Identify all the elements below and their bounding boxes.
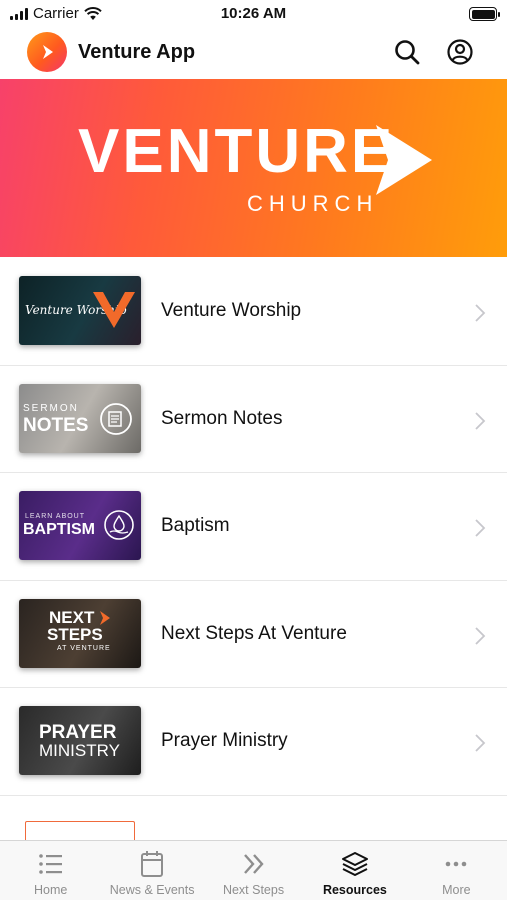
tab-label: More [442,883,471,897]
resources-list: Venture Worship Venture Worship SERMON N… [0,258,507,796]
chevron-right-icon [475,519,486,537]
battery-icon [469,7,500,21]
chevron-right-icon [475,734,486,752]
thumbnail-caption-top: LEARN ABOUT [25,513,86,520]
v-logo-icon [93,292,135,328]
tab-label: News & Events [109,883,195,897]
tab-label: Next Steps [222,883,285,897]
app-logo [27,32,67,72]
calendar-icon [141,851,164,877]
status-bar: Carrier 10:26 AM [0,0,507,28]
thumbnail-caption-bottom: AT VENTURE [57,644,111,652]
item-label: Next Steps At Venture [161,622,347,644]
double-chevron-icon [243,854,264,874]
thumbnail-caption-bottom: MINISTRY [39,741,120,760]
prayer-ministry-thumbnail: PRAYER MINISTRY [19,706,141,775]
partial-list-item-thumbnail[interactable] [25,821,135,840]
stack-icon [341,852,368,876]
item-label: Baptism [161,515,230,536]
tab-more[interactable]: More [406,841,507,900]
list-item-prayer-ministry[interactable]: PRAYER MINISTRY Prayer Ministry [0,688,507,796]
list-item-baptism[interactable]: LEARN ABOUT BAPTISM Baptism [0,473,507,581]
app-header: Venture App [0,28,507,78]
thumbnail-caption-top: NEXT [49,607,95,627]
list-item-next-steps[interactable]: NEXT STEPS AT VENTURE Next Steps At Vent… [0,581,507,688]
item-label: Sermon Notes [161,407,283,429]
thumbnail-caption-top: PRAYER [39,722,117,743]
list-item-sermon-notes[interactable]: SERMON NOTES Sermon Notes [0,366,507,473]
next-steps-thumbnail: NEXT STEPS AT VENTURE [19,598,141,668]
thumbnail-caption-bottom: BAPTISM [23,521,95,538]
status-time: 10:26 AM [220,5,287,22]
arrow-accent-icon [100,610,110,625]
tab-news-events[interactable]: News & Events [101,841,202,900]
thumbnail-caption-bottom: NOTES [23,414,89,436]
search-icon[interactable] [393,38,421,66]
venture-arrow-logo [376,125,432,195]
thumbnail-caption-top: SERMON [23,402,79,414]
baptism-thumbnail: LEARN ABOUT BAPTISM [19,491,141,560]
list-icon [38,854,62,874]
thumbnail-caption-mid: STEPS [47,624,103,644]
tab-next-steps[interactable]: Next Steps [203,841,304,900]
notes-icon [100,402,132,435]
water-drop-icon [104,510,134,540]
tab-label: Resources [322,883,387,897]
chevron-right-icon [475,626,486,645]
chevron-right-icon [475,411,486,430]
list-item-venture-worship[interactable]: Venture Worship Venture Worship [0,258,507,366]
venture-worship-thumbnail: Venture Worship [19,276,141,345]
tab-bar: Home News & Events Next Steps Resources … [0,840,507,900]
item-label: Prayer Ministry [161,730,288,751]
hero-title: VENTURE [78,117,396,186]
more-icon [446,861,467,867]
play-arrow-icon [43,45,53,59]
hero-subtitle: CHURCH [247,191,379,216]
tab-label: Home [34,883,68,897]
chevron-right-icon [475,304,486,322]
item-label: Venture Worship [161,300,302,321]
sermon-notes-thumbnail: SERMON NOTES [19,383,141,453]
app-title: Venture App [78,41,196,63]
profile-icon[interactable] [446,38,474,66]
tab-resources[interactable]: Resources [304,841,405,900]
tab-home[interactable]: Home [0,841,101,900]
